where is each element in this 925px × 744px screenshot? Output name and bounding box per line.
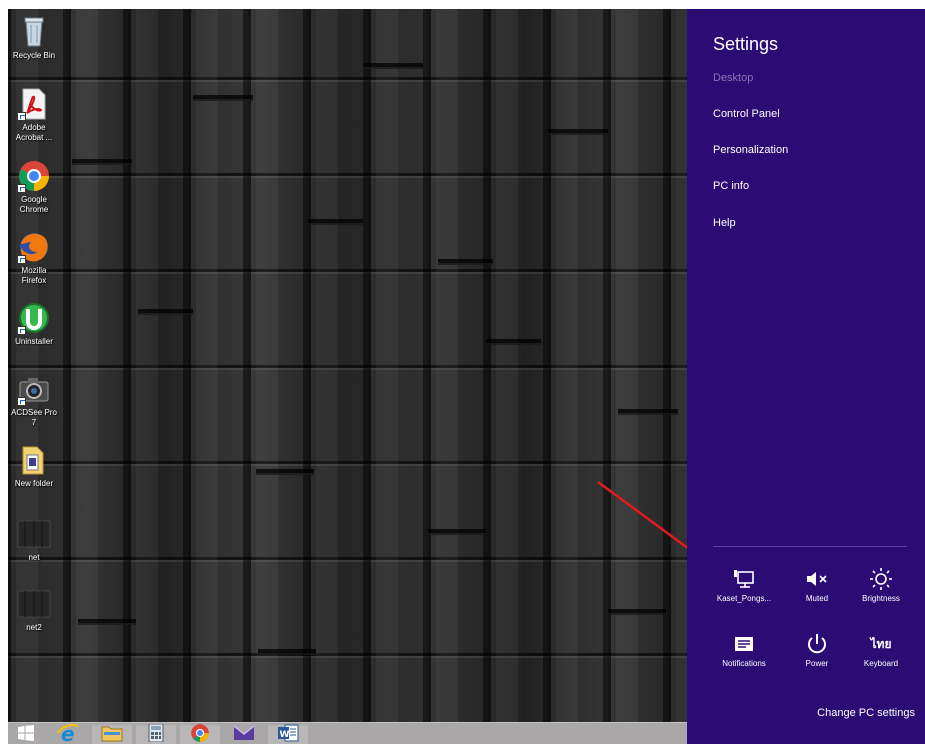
speaker-muted-icon (785, 566, 849, 592)
settings-context-desktop: Desktop (713, 72, 754, 84)
tile-network[interactable]: Kaset_Pongs... (712, 566, 776, 603)
menu-item-personalization[interactable]: Personalization (713, 144, 788, 156)
menu-item-help[interactable]: Help (713, 217, 736, 229)
settings-charm-pane: Settings Desktop Control Panel Personali… (687, 9, 925, 744)
notifications-icon (712, 631, 776, 657)
tile-brightness[interactable]: Brightness (849, 566, 913, 603)
tile-power[interactable]: Power (785, 631, 849, 668)
tile-label: Notifications (722, 659, 766, 668)
tile-label: Muted (805, 594, 829, 603)
change-pc-settings-link[interactable]: Change PC settings (817, 707, 915, 719)
network-icon (712, 566, 776, 592)
brightness-icon (849, 566, 913, 592)
menu-item-pc-info[interactable]: PC info (713, 180, 749, 192)
screen: Recycle Bin Adobe Acrobat ... Google Chr… (8, 9, 925, 744)
keyboard-language-icon: ไทย (849, 631, 913, 657)
power-icon (785, 631, 849, 657)
tile-keyboard[interactable]: ไทย Keyboard (849, 631, 913, 669)
tile-notifications[interactable]: Notifications (712, 631, 776, 668)
tile-volume[interactable]: Muted (785, 566, 849, 603)
tile-label: Power (805, 659, 829, 668)
keyboard-language-glyph: ไทย (870, 636, 892, 651)
divider (713, 546, 907, 547)
settings-title: Settings (713, 34, 779, 54)
menu-item-control-panel[interactable]: Control Panel (713, 108, 780, 120)
tile-label: Keyboard (863, 659, 899, 668)
tile-label: Kaset_Pongs... (716, 594, 772, 603)
tile-label: Brightness (862, 594, 900, 603)
